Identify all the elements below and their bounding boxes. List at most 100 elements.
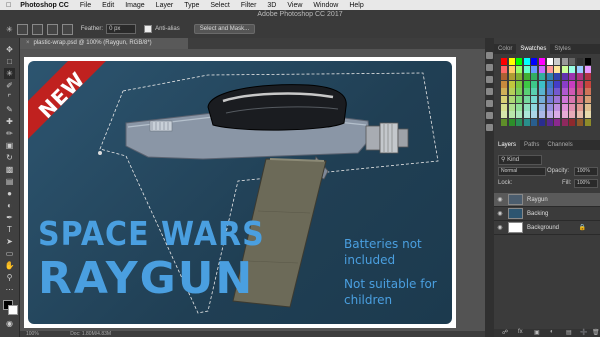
swatch-chip[interactable] <box>569 73 576 81</box>
apple-menu-icon[interactable]:  <box>6 2 11 9</box>
swatch-chip[interactable] <box>569 80 576 88</box>
swatch-chip[interactable] <box>531 58 538 65</box>
antialias-checkbox[interactable] <box>144 25 153 33</box>
swatch-chip[interactable] <box>508 118 515 126</box>
swatch-chip[interactable] <box>531 80 538 88</box>
trash-icon[interactable]: 🗑 <box>592 329 600 336</box>
more-tools-icon[interactable]: ⋯ <box>4 284 15 295</box>
swatch-chip[interactable] <box>554 96 561 103</box>
new-group-icon[interactable]: ▤ <box>566 329 572 336</box>
swatch-chip[interactable] <box>501 65 507 73</box>
type-tool-icon[interactable]: T <box>4 224 15 235</box>
swatch-chip[interactable] <box>546 111 553 119</box>
swatch-chip[interactable] <box>539 111 545 119</box>
swatch-chip[interactable] <box>569 96 576 103</box>
swatch-chip[interactable] <box>523 88 530 96</box>
swatch-chip[interactable] <box>569 65 576 73</box>
swatch-chip[interactable] <box>508 103 515 111</box>
swatch-chip[interactable] <box>523 118 530 126</box>
swatch-chip[interactable] <box>546 88 553 96</box>
eye-icon[interactable]: ◉ <box>496 196 504 203</box>
swatch-chip[interactable] <box>546 80 553 88</box>
swatch-chip[interactable] <box>584 88 591 96</box>
eyedropper-tool-icon[interactable]: ✎ <box>4 104 15 115</box>
swatch-chip[interactable] <box>554 118 561 126</box>
swatch-chip[interactable] <box>516 80 523 88</box>
swatch-chip[interactable] <box>508 65 515 73</box>
swatch-chip[interactable] <box>523 58 530 65</box>
swatch-chip[interactable] <box>554 73 561 81</box>
swatch-chip[interactable] <box>546 103 553 111</box>
swatch-chip[interactable] <box>523 96 530 103</box>
swatch-chip[interactable] <box>539 96 545 103</box>
lasso-tool-icon[interactable]: ✳ <box>6 25 13 34</box>
swatch-chip[interactable] <box>508 96 515 103</box>
swatch-chip[interactable] <box>554 111 561 119</box>
swatch-chip[interactable] <box>501 111 507 119</box>
swatch-chip[interactable] <box>501 73 507 81</box>
gradient-tool-icon[interactable]: ▤ <box>4 176 15 187</box>
swatch-chip[interactable] <box>569 103 576 111</box>
layer-name[interactable]: Background <box>527 225 559 231</box>
swatch-chip[interactable] <box>523 65 530 73</box>
layer-name[interactable]: Backing <box>527 211 548 217</box>
lasso-tool-icon[interactable]: ✳ <box>4 68 15 79</box>
menu-filter[interactable]: Filter <box>241 2 257 9</box>
swatch-chip[interactable] <box>501 118 507 126</box>
adjustments-panel-icon[interactable] <box>486 76 493 83</box>
swatch-chip[interactable] <box>569 118 576 126</box>
swatch-chip[interactable] <box>516 73 523 81</box>
layer-row-backing[interactable]: ◉ Backing <box>494 207 600 221</box>
menu-file[interactable]: File <box>80 2 91 9</box>
swatch-chip[interactable] <box>584 96 591 103</box>
swatch-chip[interactable] <box>516 58 523 65</box>
swatch-chip[interactable] <box>546 118 553 126</box>
background-color-swatch[interactable] <box>8 305 18 315</box>
swatch-chip[interactable] <box>554 103 561 111</box>
tab-channels[interactable]: Channels <box>543 140 576 150</box>
shape-tool-icon[interactable]: ▭ <box>4 248 15 259</box>
menu-help[interactable]: Help <box>349 2 363 9</box>
blur-tool-icon[interactable]: ● <box>4 188 15 199</box>
brush-panel-icon[interactable] <box>486 100 493 107</box>
menu-app[interactable]: Photoshop CC <box>20 2 69 9</box>
swatch-chip[interactable] <box>501 103 507 111</box>
subtract-selection-icon[interactable] <box>46 23 58 35</box>
swatch-chip[interactable] <box>508 73 515 81</box>
swatch-chip[interactable] <box>584 73 591 81</box>
link-layers-icon[interactable]: ☍ <box>502 329 508 336</box>
opacity-input[interactable]: 100% <box>574 167 598 176</box>
swatch-chip[interactable] <box>531 73 538 81</box>
swatch-chip[interactable] <box>577 80 583 88</box>
eraser-tool-icon[interactable]: ▩ <box>4 164 15 175</box>
layer-row-raygun[interactable]: ◉ Raygun <box>494 193 600 207</box>
swatch-chip[interactable] <box>577 111 583 119</box>
swatch-chip[interactable] <box>546 65 553 73</box>
feather-input[interactable]: 0 px <box>106 24 137 34</box>
swatch-chip[interactable] <box>546 96 553 103</box>
layer-style-icon[interactable]: fx <box>518 329 523 335</box>
swatch-chip[interactable] <box>516 111 523 119</box>
menu-edit[interactable]: Edit <box>102 2 114 9</box>
swatch-chip[interactable] <box>577 103 583 111</box>
swatch-chip[interactable] <box>561 73 568 81</box>
swatch-chip[interactable] <box>501 58 507 65</box>
close-tab-icon[interactable]: × <box>26 40 30 46</box>
menu-layer[interactable]: Layer <box>156 2 174 9</box>
swatches-grid[interactable] <box>501 58 594 128</box>
menu-3d[interactable]: 3D <box>267 2 276 9</box>
marquee-tool-icon[interactable]: □ <box>4 56 15 67</box>
swatch-chip[interactable] <box>516 96 523 103</box>
eye-icon[interactable]: ◉ <box>496 210 504 217</box>
tab-styles[interactable]: Styles <box>550 44 574 54</box>
swatch-chip[interactable] <box>531 96 538 103</box>
swatch-chip[interactable] <box>584 58 591 65</box>
swatch-chip[interactable] <box>539 73 545 81</box>
swatch-chip[interactable] <box>508 58 515 65</box>
swatch-chip[interactable] <box>539 58 545 65</box>
properties-panel-icon[interactable] <box>486 64 493 71</box>
swatch-chip[interactable] <box>501 88 507 96</box>
swatch-chip[interactable] <box>539 118 545 126</box>
path-select-tool-icon[interactable]: ➤ <box>4 236 15 247</box>
swatch-chip[interactable] <box>577 118 583 126</box>
